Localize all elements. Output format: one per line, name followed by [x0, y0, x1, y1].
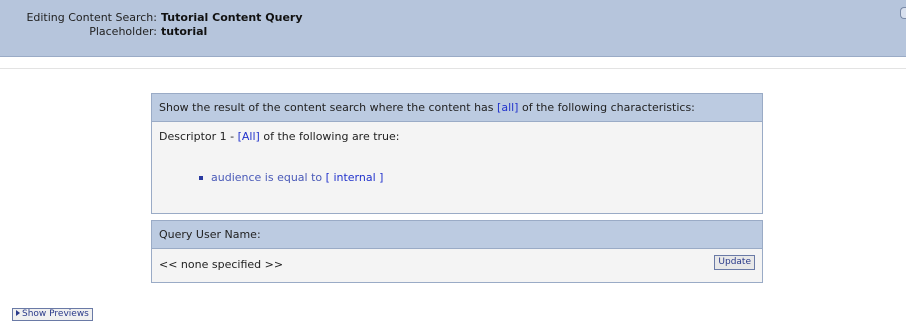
descriptor-all-link[interactable]: [All]	[238, 130, 260, 143]
match-all-link[interactable]: [all]	[497, 101, 518, 114]
criteria-intro-prefix: Show the result of the content search wh…	[159, 101, 494, 114]
criteria-header: Show the result of the content search wh…	[152, 94, 762, 122]
close-icon[interactable]	[900, 7, 906, 19]
condition-row: audience is equal to [ internal ]	[199, 171, 383, 184]
descriptor-prefix: Descriptor 1 -	[159, 130, 235, 143]
placeholder-name: tutorial	[161, 25, 208, 38]
descriptor-suffix: of the following are true:	[263, 130, 400, 143]
descriptor-row: Descriptor 1 - [All] of the following ar…	[159, 130, 400, 143]
divider	[0, 68, 906, 69]
update-button[interactable]: Update	[714, 255, 755, 270]
criteria-intro-suffix: of the following characteristics:	[521, 101, 695, 114]
show-previews-label: Show Previews	[22, 309, 89, 319]
bullet-icon	[199, 176, 203, 180]
content-search-row: Editing Content Search: Tutorial Content …	[17, 11, 303, 25]
placeholder-label: Placeholder:	[89, 25, 157, 38]
query-user-panel: Query User Name: << none specified >> Up…	[151, 220, 763, 283]
condition-value-link[interactable]: [ internal ]	[326, 171, 384, 184]
placeholder-row: Placeholder: tutorial	[17, 25, 207, 39]
query-user-value: << none specified >>	[159, 258, 284, 271]
query-user-header: Query User Name:	[152, 221, 762, 249]
content-search-name: Tutorial Content Query	[161, 11, 303, 24]
show-previews-button[interactable]: Show Previews	[12, 308, 93, 321]
play-icon	[16, 310, 20, 316]
content-search-label: Editing Content Search:	[26, 11, 157, 24]
criteria-panel: Show the result of the content search wh…	[151, 93, 763, 214]
header-bar: Editing Content Search: Tutorial Content …	[0, 0, 906, 57]
query-user-body: << none specified >> Update	[152, 249, 762, 283]
condition-text: audience is equal to	[211, 171, 323, 184]
